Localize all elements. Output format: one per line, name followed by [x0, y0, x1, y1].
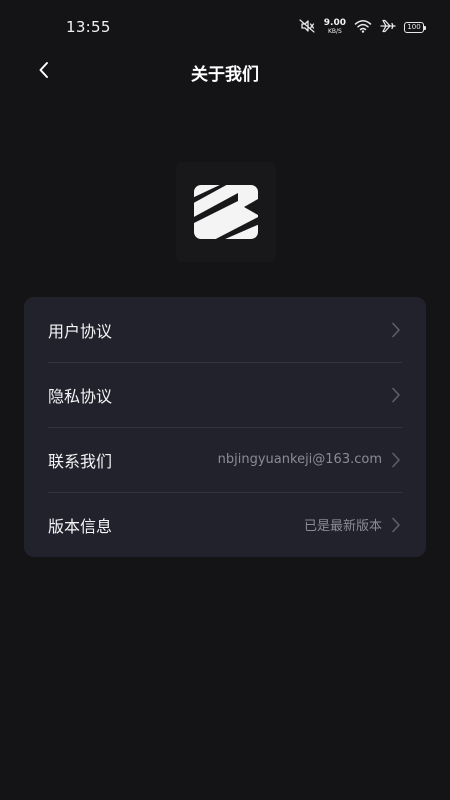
net-speed-unit: KB/S	[327, 28, 342, 35]
menu-item-label: 用户协议	[48, 321, 113, 341]
menu-item-label: 隐私协议	[48, 386, 113, 406]
version-status: 已是最新版本	[303, 519, 382, 534]
app-logo	[176, 162, 276, 262]
menu-item-version-info[interactable]: 版本信息 已是最新版本	[24, 492, 426, 557]
net-speed-indicator: 9.00 KB/S	[324, 19, 346, 35]
battery-icon: 100	[404, 21, 426, 33]
chevron-right-icon	[390, 322, 402, 338]
menu-item-privacy-agreement[interactable]: 隐私协议	[24, 362, 426, 427]
status-bar: 13:55 9.00 KB/S 100	[0, 0, 450, 52]
chevron-right-icon	[390, 387, 402, 403]
status-time: 13:55	[66, 18, 111, 36]
airplane-icon	[380, 18, 396, 37]
net-speed-value: 9.00	[323, 18, 346, 28]
chevron-right-icon	[390, 517, 402, 533]
status-icons: 9.00 KB/S 100	[298, 16, 426, 38]
menu-item-contact-us[interactable]: 联系我们 nbjingyuankeji@163.com	[24, 427, 426, 492]
menu-item-label: 版本信息	[48, 516, 113, 536]
chevron-right-icon	[390, 452, 402, 468]
contact-email: nbjingyuankeji@163.com	[217, 452, 382, 467]
nav-bar: 关于我们	[0, 52, 450, 92]
mute-icon	[298, 18, 316, 37]
menu-item-label: 联系我们	[48, 451, 113, 471]
about-menu-card: 用户协议 隐私协议 联系我们 nbjingyuankeji@163.com 版本…	[24, 297, 426, 557]
menu-item-user-agreement[interactable]: 用户协议	[24, 297, 426, 362]
app-logo-icon	[194, 185, 258, 239]
page-title: 关于我们	[191, 65, 259, 85]
wifi-icon	[354, 18, 372, 37]
